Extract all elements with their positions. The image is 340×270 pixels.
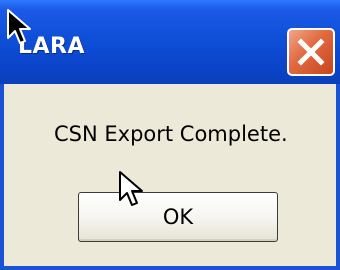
close-button[interactable] — [287, 28, 335, 76]
ok-button[interactable]: OK — [78, 192, 278, 242]
dialog-message: CSN Export Complete. — [54, 122, 288, 146]
dialog-window: LARA CSN Export Complete. OK — [0, 0, 340, 270]
arrow-cursor-icon — [7, 9, 31, 44]
dialog-body: CSN Export Complete. OK — [4, 84, 336, 266]
arrow-cursor-icon — [119, 171, 143, 206]
title-bar[interactable]: LARA — [0, 0, 340, 84]
close-x-icon — [297, 38, 325, 66]
